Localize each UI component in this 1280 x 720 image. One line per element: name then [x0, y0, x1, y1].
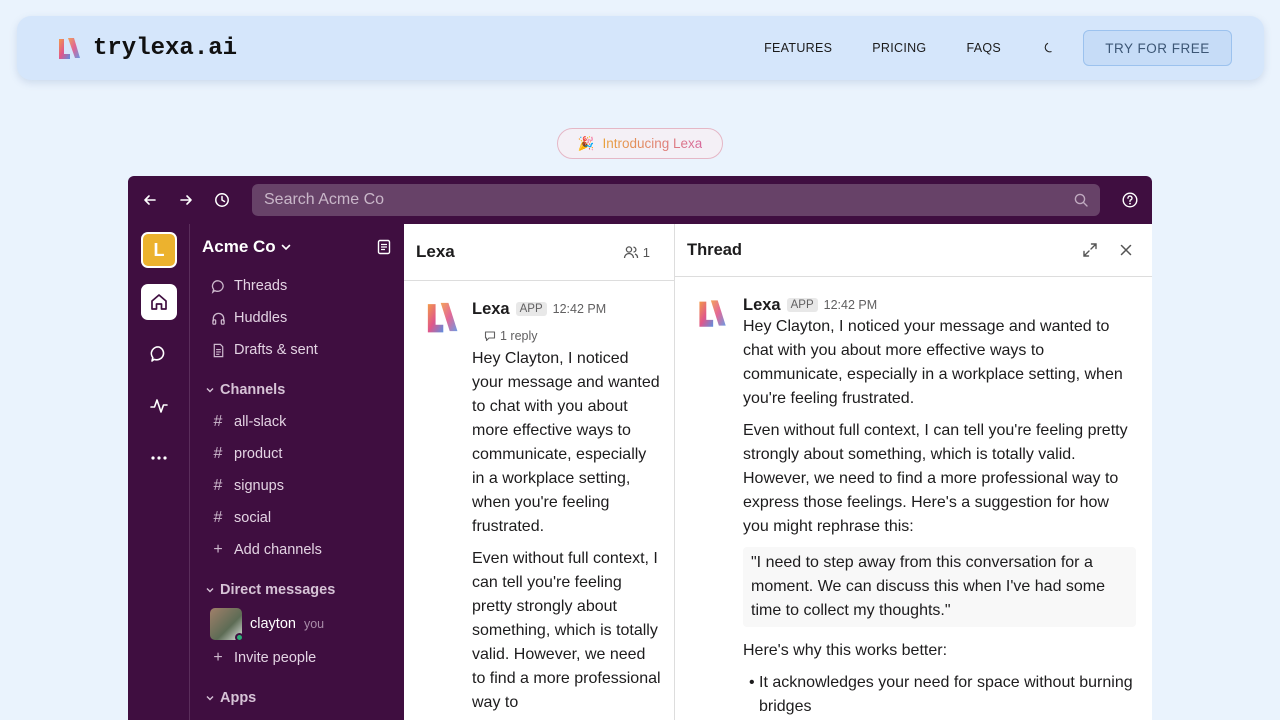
home-button[interactable] — [141, 284, 177, 320]
message-paragraph: Here's why this works better: — [743, 642, 948, 659]
sidebar-channel-social[interactable]: # social — [190, 502, 404, 534]
lexa-logo-icon — [59, 38, 80, 59]
workspace-rail: L — [128, 224, 190, 720]
reply-bubble-icon — [484, 331, 496, 342]
thread-title: Thread — [687, 240, 743, 259]
apps-section-header[interactable]: Apps — [190, 682, 404, 714]
search-input[interactable] — [264, 191, 1074, 209]
workspace-name[interactable]: Acme Co — [202, 237, 292, 257]
dms-button[interactable] — [141, 336, 177, 372]
workspace-avatar[interactable]: L — [141, 232, 177, 268]
sidebar-channel-product[interactable]: # product — [190, 438, 404, 470]
channel-header: Lexa 1 — [404, 224, 674, 281]
document-icon — [210, 342, 226, 358]
brand-name: trylexa.ai — [93, 34, 238, 62]
more-dots-icon — [151, 456, 167, 460]
sidebar-channel-all-slack[interactable]: # all-slack — [190, 406, 404, 438]
more-button[interactable] — [141, 440, 177, 476]
message-meta: Lexa APP 12:42 PM — [743, 295, 1136, 315]
channel-pane: Lexa 1 Lexa APP 12:42 PM 1 reply Hey Cla… — [404, 224, 675, 720]
thread-header: Thread — [675, 224, 1152, 277]
workspace-header: Acme Co — [190, 224, 404, 270]
hash-icon: # — [213, 413, 223, 430]
help-icon[interactable] — [1122, 192, 1138, 208]
nav-features[interactable]: FEATURES — [764, 41, 832, 55]
home-icon — [151, 294, 167, 310]
thread-actions — [1082, 242, 1140, 258]
sidebar-item-huddles[interactable]: Huddles — [190, 302, 404, 334]
brand[interactable]: trylexa.ai — [55, 34, 237, 62]
message-paragraph: Hey Clayton, I noticed your message and … — [743, 318, 1123, 407]
add-channels-button[interactable]: + Add channels — [190, 534, 404, 566]
sidebar-channel-signups[interactable]: # signups — [190, 470, 404, 502]
chevron-down-icon — [281, 244, 290, 251]
dm-item-clayton[interactable]: clayton you — [190, 606, 404, 642]
nav-pricing[interactable]: PRICING — [872, 41, 926, 55]
lexa-avatar-icon[interactable] — [424, 299, 460, 335]
close-icon[interactable] — [1118, 242, 1134, 258]
thread-pane: Thread Lexa APP 12:42 PM Hey Clayton, I … — [675, 224, 1152, 720]
back-arrow-icon[interactable] — [142, 192, 158, 208]
invite-people-button[interactable]: + Invite people — [190, 642, 404, 674]
people-icon — [623, 246, 638, 259]
activity-pulse-icon — [150, 399, 168, 413]
hash-icon: # — [213, 445, 223, 462]
search-icon[interactable] — [1074, 193, 1088, 207]
message-meta: Lexa APP 12:42 PM — [472, 297, 662, 321]
chevron-down-icon — [206, 696, 214, 701]
message-time[interactable]: 12:42 PM — [824, 298, 878, 312]
activity-button[interactable] — [141, 388, 177, 424]
sidebar: Acme Co Threads Huddles Drafts & sent Ch… — [190, 224, 404, 720]
app-badge: APP — [515, 302, 547, 316]
party-icon: 🎉 — [577, 135, 595, 151]
sidebar-item-drafts[interactable]: Drafts & sent — [190, 334, 404, 366]
channel-title[interactable]: Lexa — [416, 242, 455, 262]
forward-arrow-icon[interactable] — [178, 192, 194, 208]
nav-faqs[interactable]: FAQS — [966, 41, 1001, 55]
chat-bubble-icon — [150, 346, 165, 362]
expand-icon[interactable] — [1082, 242, 1098, 258]
message-author[interactable]: Lexa — [472, 300, 510, 319]
message: Lexa APP 12:42 PM 1 reply Hey Clayton, I… — [404, 281, 674, 715]
members-button[interactable]: 1 — [623, 244, 662, 260]
suggestion-quote: "I need to step away from this conversat… — [743, 547, 1136, 627]
sidebar-item-threads[interactable]: Threads — [190, 270, 404, 302]
message-paragraph: Even without full context, I can tell yo… — [472, 550, 661, 711]
plus-icon: + — [213, 541, 223, 558]
lexa-avatar-icon[interactable] — [696, 297, 728, 329]
chevron-down-icon — [206, 588, 214, 593]
channels-section-header[interactable]: Channels — [190, 374, 404, 406]
message-body: Hey Clayton, I noticed your message and … — [472, 347, 662, 715]
hash-icon: # — [213, 509, 223, 526]
site-nav: FEATURES PRICING FAQS TRY FOR FREE — [764, 30, 1232, 66]
thread-message: Lexa APP 12:42 PM Hey Clayton, I noticed… — [675, 277, 1152, 719]
headphones-icon — [210, 310, 226, 326]
message-paragraph: Hey Clayton, I noticed your message and … — [472, 350, 660, 535]
thread-message-body: Hey Clayton, I noticed your message and … — [743, 315, 1136, 719]
threads-icon — [210, 278, 226, 294]
history-clock-icon[interactable] — [214, 192, 230, 208]
app-window: L Acme Co Threads Huddles — [128, 176, 1152, 720]
chevron-down-icon — [206, 388, 214, 393]
avatar — [210, 608, 244, 642]
message-paragraph: Even without full context, I can tell yo… — [743, 422, 1128, 535]
dm-section-header[interactable]: Direct messages — [190, 574, 404, 606]
try-for-free-button[interactable]: TRY FOR FREE — [1083, 30, 1232, 66]
hash-icon: # — [213, 477, 223, 494]
introducing-pill[interactable]: 🎉 Introducing Lexa — [557, 128, 723, 159]
message-author[interactable]: Lexa — [743, 296, 781, 315]
moon-icon[interactable] — [1041, 40, 1057, 56]
reply-count-link[interactable]: 1 reply — [472, 321, 662, 347]
bullet-item: • It acknowledges your need for space wi… — [749, 674, 1133, 715]
message-time[interactable]: 12:42 PM — [553, 302, 607, 316]
search-bar[interactable] — [252, 184, 1100, 216]
plus-icon: + — [213, 649, 223, 666]
pill-text: Introducing Lexa — [602, 136, 703, 151]
app-badge: APP — [786, 298, 818, 312]
compose-icon[interactable] — [376, 239, 392, 255]
presence-dot — [235, 633, 244, 642]
site-header: trylexa.ai FEATURES PRICING FAQS TRY FOR… — [17, 16, 1264, 80]
